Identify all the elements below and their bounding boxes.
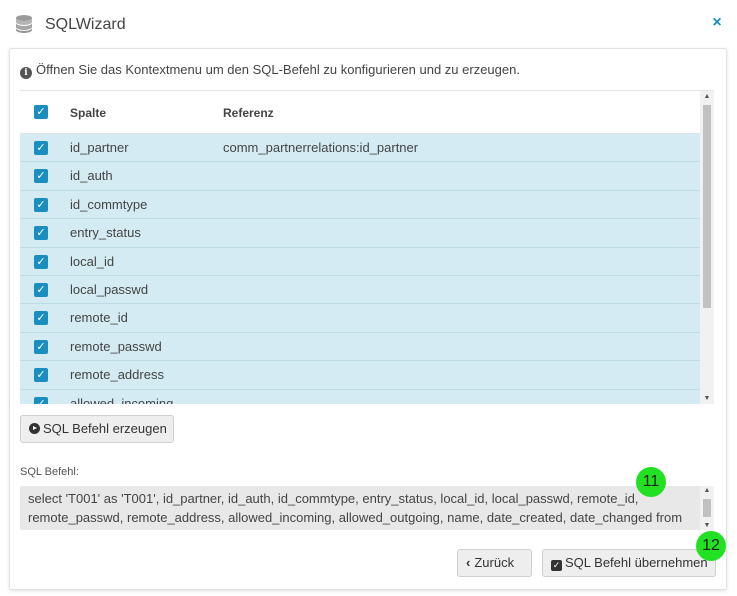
cell-spalte: id_partner bbox=[70, 140, 129, 155]
apply-sql-label: SQL Befehl übernehmen bbox=[565, 555, 708, 570]
scrollbar-thumb[interactable] bbox=[703, 105, 711, 308]
info-message: i Öffnen Sie das Kontextmenu um den SQL-B… bbox=[20, 62, 520, 79]
row-checkbox[interactable]: ✓ bbox=[34, 169, 48, 184]
table-row[interactable]: ✓ id_auth bbox=[20, 162, 700, 191]
table-row[interactable]: ✓ local_passwd bbox=[20, 275, 700, 305]
cell-spalte: remote_id bbox=[70, 310, 128, 326]
cell-spalte: remote_address bbox=[70, 367, 164, 383]
wizard-panel: i Öffnen Sie das Kontextmenu um den SQL-B… bbox=[9, 48, 727, 590]
cell-spalte: local_passwd bbox=[70, 281, 149, 297]
table-row[interactable]: ✓ remote_passwd bbox=[20, 332, 700, 362]
scrollbar-thumb[interactable] bbox=[703, 499, 711, 517]
title-bar: SQLWizard × bbox=[0, 0, 737, 48]
window-title: SQLWizard bbox=[45, 16, 126, 33]
table-row[interactable]: ✓ remote_id bbox=[20, 304, 700, 333]
scroll-down-icon[interactable]: ▼ bbox=[700, 522, 714, 529]
info-icon: i bbox=[20, 67, 32, 79]
table-row[interactable]: ✓ id_commtype bbox=[20, 190, 700, 220]
chevron-left-icon: ‹ bbox=[466, 555, 471, 570]
row-checkbox[interactable]: ✓ bbox=[34, 368, 48, 383]
cell-spalte: id_commtype bbox=[70, 196, 148, 212]
sql-textarea[interactable]: select 'T001' as 'T001', id_partner, id_… bbox=[20, 486, 714, 530]
sql-label: SQL Befehl: bbox=[20, 466, 79, 478]
cell-spalte: remote_passwd bbox=[70, 338, 162, 354]
table-row[interactable]: ✓ id_partner comm_partnerrelations:id_part… bbox=[20, 134, 700, 163]
header-referenz[interactable]: Referenz bbox=[223, 106, 274, 120]
close-icon[interactable]: × bbox=[709, 14, 725, 32]
row-checkbox[interactable]: ✓ bbox=[34, 197, 48, 212]
table-scrollbar[interactable]: ▲ ▼ bbox=[700, 91, 714, 404]
check-square-icon: ✓ bbox=[551, 560, 562, 571]
table-row[interactable]: ✓ allowed_incoming bbox=[20, 389, 700, 404]
play-circle-icon bbox=[29, 423, 40, 434]
table-row[interactable]: ✓ local_id bbox=[20, 247, 700, 276]
apply-sql-button[interactable]: ✓ SQL Befehl übernehmen bbox=[542, 549, 716, 577]
scroll-up-icon[interactable]: ▲ bbox=[700, 93, 714, 100]
sql-scrollbar[interactable]: ▲ ▼ bbox=[700, 486, 714, 530]
row-checkbox[interactable]: ✓ bbox=[34, 311, 48, 326]
column-table[interactable]: ✓ Spalte Referenz ✓ id_partner comm_partne… bbox=[20, 90, 714, 404]
select-all-checkbox[interactable]: ✓ bbox=[34, 105, 48, 119]
row-checkbox[interactable]: ✓ bbox=[34, 254, 48, 269]
table-body: ✓ id_partner comm_partnerrelations:id_part… bbox=[20, 134, 700, 404]
cell-spalte: allowed_incoming bbox=[70, 395, 174, 404]
table-header: ✓ Spalte Referenz bbox=[20, 91, 700, 134]
row-checkbox[interactable]: ✓ bbox=[34, 282, 48, 297]
back-button[interactable]: ‹ Zurück bbox=[457, 549, 532, 577]
cell-spalte: local_id bbox=[70, 253, 115, 269]
back-label: Zurück bbox=[474, 555, 515, 570]
table-row[interactable]: ✓ entry_status bbox=[20, 219, 700, 248]
row-checkbox[interactable]: ✓ bbox=[34, 226, 48, 241]
annotation-marker: 12 bbox=[696, 531, 726, 561]
scroll-up-icon[interactable]: ▲ bbox=[700, 487, 714, 494]
generate-sql-button[interactable]: SQL Befehl erzeugen bbox=[20, 415, 174, 443]
generate-sql-label: SQL Befehl erzeugen bbox=[43, 421, 167, 436]
row-checkbox[interactable]: ✓ bbox=[34, 339, 48, 354]
scroll-down-icon[interactable]: ▼ bbox=[700, 395, 714, 402]
annotation-marker: 11 bbox=[636, 467, 666, 497]
database-icon bbox=[16, 15, 32, 33]
cell-spalte: id_auth bbox=[70, 168, 113, 184]
info-text: Öffnen Sie das Kontextmenu um den SQL-Be… bbox=[36, 62, 520, 77]
row-checkbox[interactable]: ✓ bbox=[34, 396, 48, 404]
cell-spalte: entry_status bbox=[70, 225, 141, 241]
cell-referenz: comm_partnerrelations:id_partner bbox=[223, 140, 419, 155]
sql-text: select 'T001' as 'T001', id_partner, id_… bbox=[28, 491, 683, 530]
header-spalte[interactable]: Spalte bbox=[70, 106, 106, 120]
row-checkbox[interactable]: ✓ bbox=[34, 141, 48, 155]
table-row[interactable]: ✓ remote_address bbox=[20, 361, 700, 390]
